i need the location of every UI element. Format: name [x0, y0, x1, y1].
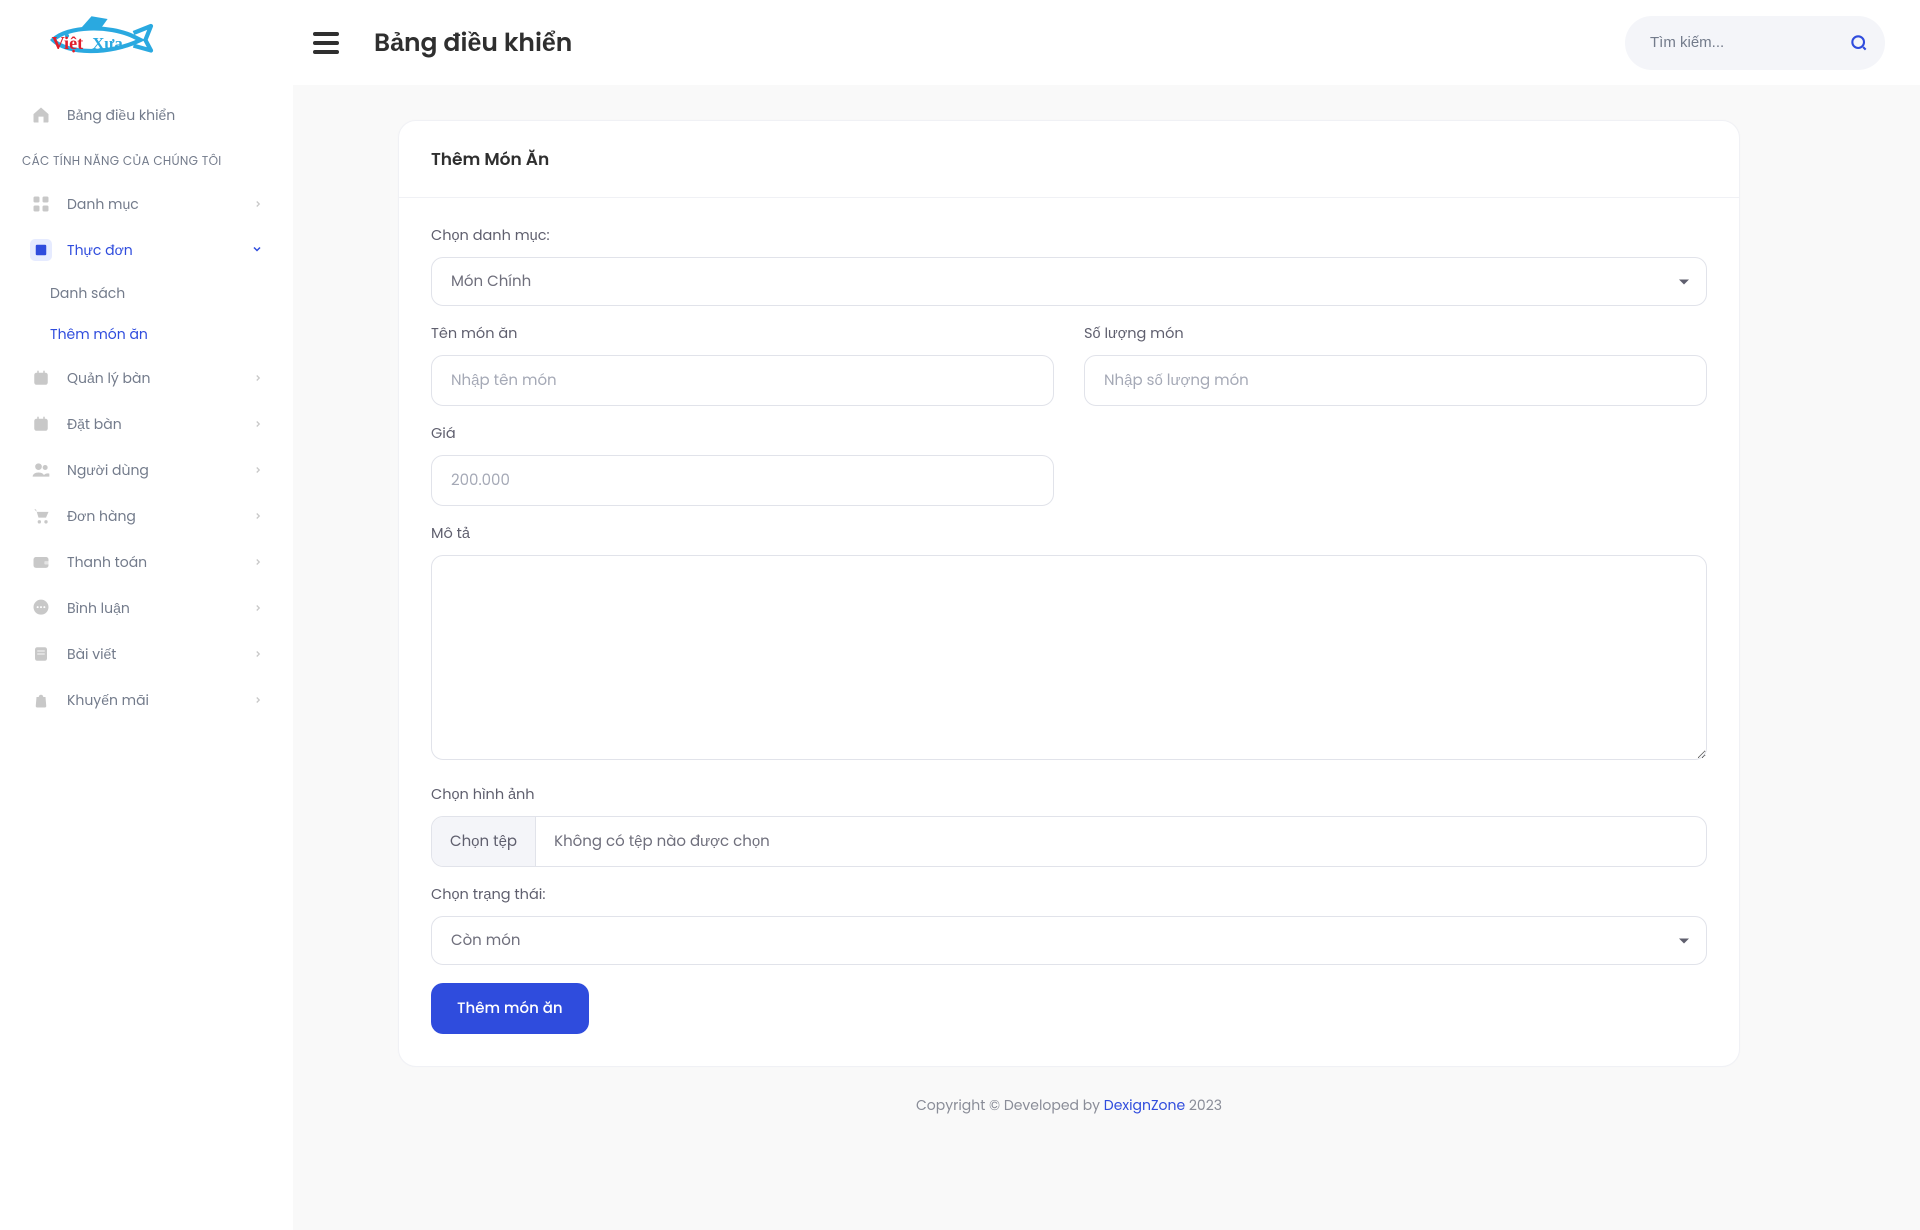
- sidebar-label: Danh mục: [67, 194, 253, 215]
- sidebar-item-users[interactable]: Người dùng: [0, 447, 293, 493]
- chat-icon: [30, 597, 52, 619]
- price-label: Giá: [431, 424, 1054, 445]
- content: Thêm Món Ăn Chọn danh mục: Món Chính: [293, 85, 1920, 1230]
- sidebar-item-booking[interactable]: Đặt bàn: [0, 401, 293, 447]
- qty-label: Số lượng món: [1084, 324, 1707, 345]
- svg-text:Việt: Việt: [52, 33, 84, 53]
- nav-menu: Bảng điều khiển CÁC TÍNH NĂNG CỦA CHÚNG …: [0, 77, 293, 738]
- home-icon: [30, 104, 52, 126]
- footer-link[interactable]: DexignZone: [1104, 1095, 1185, 1115]
- chevron-right-icon: [253, 598, 263, 619]
- users-icon: [30, 459, 52, 481]
- sidebar-label: Bài viết: [67, 644, 253, 665]
- page-title: Bảng điều khiển: [374, 24, 1625, 62]
- post-icon: [30, 643, 52, 665]
- qty-input[interactable]: [1084, 355, 1707, 406]
- sidebar-item-orders[interactable]: Đơn hàng: [0, 493, 293, 539]
- status-select[interactable]: Còn món: [431, 916, 1707, 965]
- cart-icon: [30, 505, 52, 527]
- search-input[interactable]: [1650, 34, 1849, 51]
- chevron-right-icon: [253, 368, 263, 389]
- footer: Copyright © Developed by DexignZone 2023: [398, 1067, 1740, 1138]
- add-food-card: Thêm Món Ăn Chọn danh mục: Món Chính: [398, 120, 1740, 1067]
- category-select[interactable]: Món Chính: [431, 257, 1707, 306]
- card-title: Thêm Món Ăn: [431, 146, 1707, 172]
- name-label: Tên món ăn: [431, 324, 1054, 345]
- sidebar-item-tables[interactable]: Quản lý bàn: [0, 355, 293, 401]
- chevron-right-icon: [253, 506, 263, 527]
- chevron-right-icon: [253, 690, 263, 711]
- sidebar-label: Bình luận: [67, 598, 253, 619]
- header: Bảng điều khiển: [293, 0, 1920, 85]
- card-header: Thêm Món Ăn: [399, 121, 1739, 198]
- grid-icon: [30, 193, 52, 215]
- price-input[interactable]: [431, 455, 1054, 506]
- bag-icon: [30, 689, 52, 711]
- sidebar-item-posts[interactable]: Bài viết: [0, 631, 293, 677]
- status-label: Chọn trạng thái:: [431, 885, 1707, 906]
- chevron-right-icon: [253, 460, 263, 481]
- sidebar-label: Quản lý bàn: [67, 368, 253, 389]
- footer-before: Copyright © Developed by: [916, 1095, 1104, 1115]
- svg-text:Xưa: Xưa: [92, 34, 123, 53]
- name-input[interactable]: [431, 355, 1054, 406]
- sidebar-label: Bảng điều khiển: [67, 105, 263, 126]
- image-file-input[interactable]: Chọn tệp Không có tệp nào được chọn: [431, 816, 1707, 867]
- file-button[interactable]: Chọn tệp: [432, 817, 536, 866]
- sidebar-section-title: CÁC TÍNH NĂNG CỦA CHÚNG TÔI: [0, 138, 293, 181]
- sidebar-item-comments[interactable]: Bình luận: [0, 585, 293, 631]
- sidebar-item-payments[interactable]: Thanh toán: [0, 539, 293, 585]
- calendar-icon: [30, 413, 52, 435]
- sidebar-label: Đơn hàng: [67, 506, 253, 527]
- sidebar-subitem-list[interactable]: Danh sách: [0, 273, 293, 314]
- search-icon[interactable]: [1849, 32, 1869, 54]
- document-icon: [30, 239, 52, 261]
- wallet-icon: [30, 551, 52, 573]
- logo[interactable]: Việt Xưa: [0, 0, 293, 77]
- desc-label: Mô tả: [431, 524, 1707, 545]
- desc-input[interactable]: [431, 555, 1707, 760]
- sidebar: Việt Xưa Bảng điều khiển CÁC TÍNH NĂNG C…: [0, 0, 293, 1230]
- sidebar-item-promotions[interactable]: Khuyến mãi: [0, 677, 293, 723]
- sidebar-item-dashboard[interactable]: Bảng điều khiển: [0, 92, 293, 138]
- chevron-right-icon: [253, 644, 263, 665]
- image-label: Chọn hình ảnh: [431, 785, 1707, 806]
- sidebar-label: Đặt bàn: [67, 414, 253, 435]
- submit-button[interactable]: Thêm món ăn: [431, 983, 589, 1034]
- sidebar-label: Thanh toán: [67, 552, 253, 573]
- sidebar-label: Khuyến mãi: [67, 690, 253, 711]
- hamburger-icon[interactable]: [313, 32, 339, 54]
- sidebar-subitem-add[interactable]: Thêm món ăn: [0, 314, 293, 355]
- search-box[interactable]: [1625, 16, 1885, 70]
- sidebar-item-menu[interactable]: Thực đơn: [0, 227, 293, 273]
- sidebar-item-category[interactable]: Danh mục: [0, 181, 293, 227]
- file-placeholder: Không có tệp nào được chọn: [536, 817, 1706, 866]
- chevron-right-icon: [253, 552, 263, 573]
- calendar-icon: [30, 367, 52, 389]
- category-label: Chọn danh mục:: [431, 226, 1707, 247]
- sidebar-label: Người dùng: [67, 460, 253, 481]
- chevron-down-icon: [251, 240, 263, 261]
- sidebar-label: Thực đơn: [67, 240, 251, 261]
- chevron-right-icon: [253, 414, 263, 435]
- footer-after: 2023: [1185, 1095, 1222, 1115]
- chevron-right-icon: [253, 194, 263, 215]
